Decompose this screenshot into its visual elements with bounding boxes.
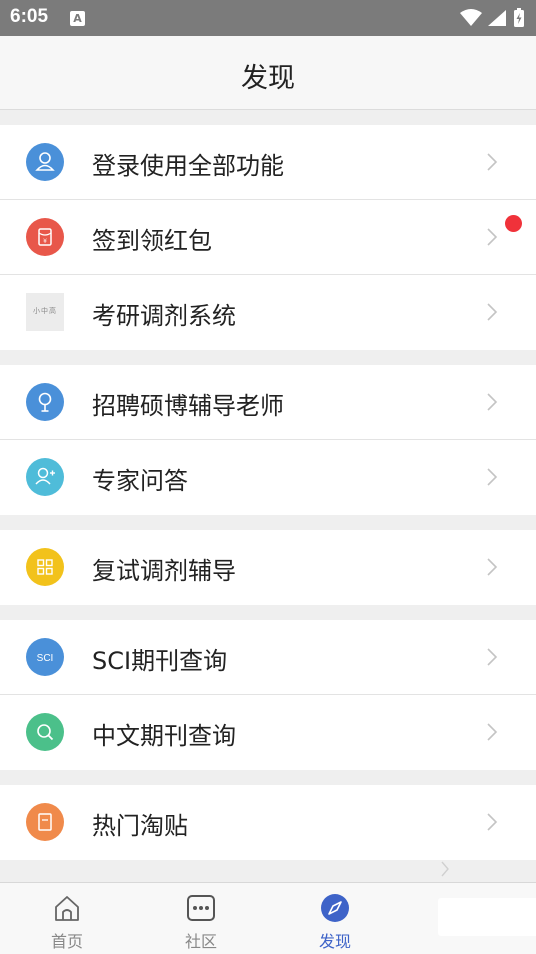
floating-overlay xyxy=(438,898,536,936)
menu-item-label: 招聘硕博辅导老师 xyxy=(92,392,284,420)
menu-item-chinese-journal[interactable]: 中文期刊查询 xyxy=(0,695,536,770)
header: 发现 xyxy=(0,36,536,110)
thumbnail-image: 小中高 xyxy=(26,293,64,331)
menu-group-1: 登录使用全部功能 ¥ 签到领红包 小中高 考研调剂系统 xyxy=(0,125,536,350)
user-add-icon xyxy=(26,458,64,496)
menu-item-hot-posts[interactable]: 热门淘贴 xyxy=(0,785,536,860)
menu-group-3: 复试调剂辅导 xyxy=(0,530,536,605)
tab-discover[interactable]: 发现 xyxy=(268,883,402,954)
status-icons xyxy=(458,7,528,29)
microphone-icon xyxy=(26,383,64,421)
menu-item-label: 中文期刊查询 xyxy=(92,722,236,750)
menu-item-recruit-tutors[interactable]: 招聘硕博辅导老师 xyxy=(0,365,536,440)
battery-icon xyxy=(514,8,524,27)
menu-item-label: 签到领红包 xyxy=(92,227,212,255)
menu-item-retest-tutoring[interactable]: 复试调剂辅导 xyxy=(0,530,536,605)
menu-item-label: 专家问答 xyxy=(92,467,188,495)
document-icon xyxy=(26,803,64,841)
signal-icon xyxy=(488,10,506,26)
sci-icon: SCI xyxy=(26,638,64,676)
search-icon xyxy=(26,713,64,751)
compass-icon xyxy=(321,894,349,922)
chevron-right-icon xyxy=(487,153,498,171)
chevron-right-icon xyxy=(487,558,498,576)
svg-text:¥: ¥ xyxy=(43,238,47,245)
chevron-right-icon xyxy=(487,723,498,741)
menu-item-sci-journal[interactable]: SCI SCI期刊查询 xyxy=(0,620,536,695)
chevron-right-icon xyxy=(487,648,498,666)
menu-item-expert-qa[interactable]: 专家问答 xyxy=(0,440,536,515)
chevron-right-icon xyxy=(441,861,449,877)
menu-item-adjustment-system[interactable]: 小中高 考研调剂系统 xyxy=(0,275,536,350)
svg-text:SCI: SCI xyxy=(37,653,54,664)
tab-home[interactable]: 首页 xyxy=(0,883,134,954)
menu-item-login[interactable]: 登录使用全部功能 xyxy=(0,125,536,200)
menu-item-label: 复试调剂辅导 xyxy=(92,557,236,585)
status-time: 6:05 xyxy=(10,6,49,27)
tab-label: 首页 xyxy=(50,932,83,951)
page-title: 发现 xyxy=(241,63,295,94)
thumbnail-text: 小中高 xyxy=(33,307,57,315)
menu-item-label: 热门淘贴 xyxy=(92,812,188,840)
notification-icon: A xyxy=(70,11,85,26)
notification-badge xyxy=(505,215,522,232)
chevron-right-icon xyxy=(487,468,498,486)
menu-group-4: SCI SCI期刊查询 中文期刊查询 xyxy=(0,620,536,770)
menu-group-5: 热门淘贴 xyxy=(0,785,536,860)
menu-item-label: SCI期刊查询 xyxy=(92,647,228,675)
status-bar: 6:05 A xyxy=(0,0,536,36)
user-icon xyxy=(26,143,64,181)
chevron-right-icon xyxy=(487,813,498,831)
menu-item-label: 考研调剂系统 xyxy=(92,302,236,330)
chevron-right-icon xyxy=(487,393,498,411)
grid-icon xyxy=(26,548,64,586)
tab-label: 社区 xyxy=(184,932,217,951)
wifi-icon xyxy=(460,9,482,26)
chevron-right-icon xyxy=(487,303,498,321)
menu-item-label: 登录使用全部功能 xyxy=(92,152,284,180)
menu-item-checkin[interactable]: ¥ 签到领红包 xyxy=(0,200,536,275)
chevron-right-icon xyxy=(487,228,498,246)
chat-icon xyxy=(187,895,215,921)
tab-community[interactable]: 社区 xyxy=(134,883,268,954)
menu-group-2: 招聘硕博辅导老师 专家问答 xyxy=(0,365,536,515)
tab-label: 发现 xyxy=(318,932,351,951)
red-envelope-icon: ¥ xyxy=(26,218,64,256)
home-icon xyxy=(55,896,79,921)
